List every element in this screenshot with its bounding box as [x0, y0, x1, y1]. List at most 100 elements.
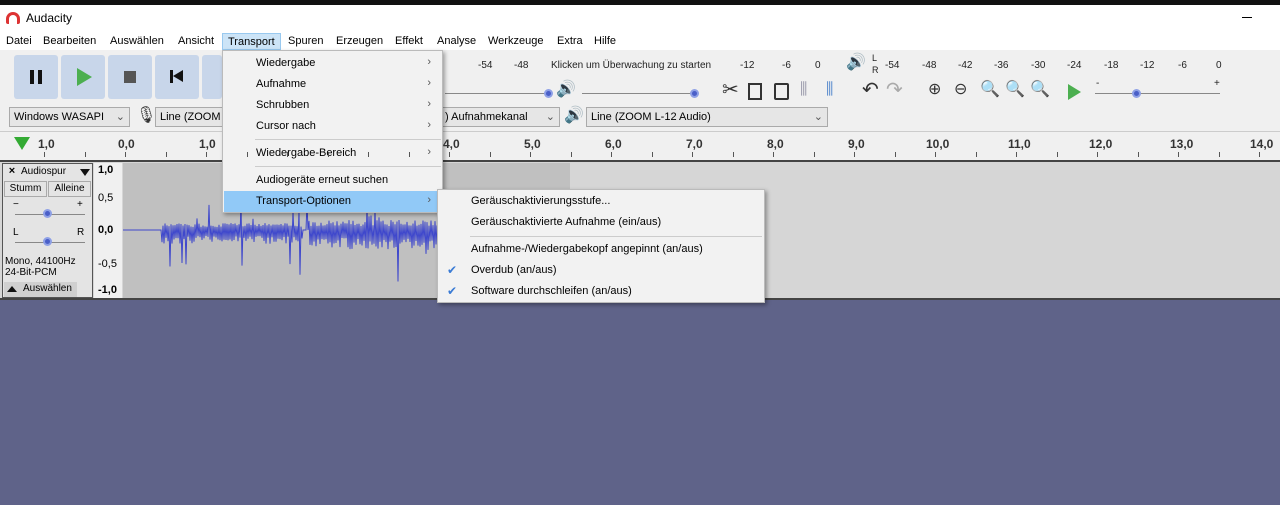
ruler-label: 6,0 — [605, 137, 622, 151]
slider-minus: - — [1096, 78, 1100, 89]
paste-icon[interactable] — [774, 83, 789, 100]
fit-project-icon[interactable]: 🔍 — [1005, 80, 1025, 100]
ruler-tick — [287, 152, 288, 157]
menu-item-cursor-nach[interactable]: Cursor nach › — [224, 116, 441, 137]
menu-separator — [255, 166, 441, 167]
audio-host-value: Windows WASAPI — [14, 111, 105, 123]
skip-to-start-button[interactable] — [155, 55, 199, 99]
menu-hilfe[interactable]: Hilfe — [589, 33, 621, 50]
scale-label: -0,5 — [98, 258, 117, 270]
slider-knob[interactable] — [1132, 89, 1141, 98]
ruler-label: 10,0 — [926, 137, 950, 151]
ruler-tick — [652, 152, 653, 157]
ruler-tick — [692, 152, 693, 157]
track-format: Mono, 44100Hz — [5, 256, 76, 267]
track-name[interactable]: Audiospur — [21, 166, 66, 177]
menu-item-transport-optionen[interactable]: Transport-Optionen › — [224, 191, 441, 212]
slider-knob[interactable] — [690, 89, 699, 98]
pan-l: L — [13, 227, 19, 238]
slider-knob[interactable] — [544, 89, 553, 98]
rec-meter-tick: -54 — [478, 60, 493, 71]
playback-volume-slider[interactable] — [582, 93, 695, 94]
menu-effekt[interactable]: Effekt — [390, 33, 428, 50]
ruler-label: 11,0 — [1008, 137, 1031, 151]
track-menu-icon[interactable] — [80, 169, 90, 176]
menu-item-label: Wiedergabe-Bereich — [256, 147, 357, 159]
mute-button[interactable]: Stumm — [4, 181, 47, 197]
scale-label: -1,0 — [98, 284, 117, 296]
undo-icon[interactable]: ↶ — [862, 80, 879, 100]
redo-icon[interactable]: ↷ — [886, 80, 903, 100]
silence-icon[interactable]: ⫼ — [826, 80, 833, 100]
menu-werkzeuge[interactable]: Werkzeuge — [483, 33, 548, 50]
menu-erzeugen[interactable]: Erzeugen — [331, 33, 388, 50]
pause-button[interactable] — [14, 55, 58, 99]
menu-spuren[interactable]: Spuren — [283, 33, 328, 50]
recording-channels-value: ) Aufnahmekanal — [445, 111, 528, 123]
speaker-icon[interactable]: 🔊 — [846, 53, 866, 73]
chevron-right-icon: › — [427, 98, 431, 110]
ruler-tick — [206, 152, 207, 157]
menu-separator — [470, 236, 762, 237]
play-speed-slider[interactable] — [1095, 93, 1220, 94]
record-meter-prompt[interactable]: Klicken um Überwachung zu starten — [551, 60, 711, 71]
close-track-icon[interactable]: × — [5, 165, 19, 179]
fit-selection-icon[interactable]: 🔍 — [980, 80, 1000, 100]
trim-icon[interactable]: ⫼ — [800, 80, 807, 100]
select-track-button[interactable]: Auswählen — [4, 282, 77, 297]
play-meter-tick: -54 — [885, 60, 900, 71]
chevron-right-icon: › — [427, 77, 431, 89]
menu-auswählen[interactable]: Auswählen — [105, 33, 169, 50]
skip-to-end-button[interactable] — [202, 55, 222, 99]
stop-button[interactable] — [108, 55, 152, 99]
slider-knob[interactable] — [43, 209, 52, 218]
rec-meter-tick: -12 — [740, 60, 755, 71]
submenu-item-label: Geräuschaktivierungsstufe... — [471, 195, 611, 207]
submenu-item-2[interactable]: Geräuschaktivierte Aufnahme (ein/aus) — [439, 212, 763, 233]
track-bitdepth: 24-Bit-PCM — [5, 267, 57, 278]
menu-ansicht[interactable]: Ansicht — [173, 33, 219, 50]
recording-volume-slider[interactable] — [445, 93, 550, 94]
recording-device-select[interactable]: Line (ZOOM — [155, 107, 225, 127]
submenu-item-5[interactable]: Software durchschleifen (an/aus) ✔ — [439, 281, 763, 302]
play-at-speed-icon[interactable] — [1068, 84, 1081, 100]
menu-item-wiedergabe[interactable]: Wiedergabe › — [224, 53, 441, 74]
submenu-item-4[interactable]: Overdub (an/aus) ✔ — [439, 260, 763, 281]
ruler-tick — [611, 152, 612, 157]
cut-icon[interactable]: ✂ — [722, 80, 739, 100]
menu-item-audioger-te-erneut-suchen[interactable]: Audiogeräte erneut suchen — [224, 170, 441, 191]
transport-options-submenu: Geräuschaktivierungsstufe... Geräuschakti… — [437, 189, 765, 303]
solo-button[interactable]: Alleine — [48, 181, 91, 197]
menu-datei[interactable]: Datei — [1, 33, 37, 50]
menu-bearbeiten[interactable]: Bearbeiten — [38, 33, 101, 50]
ruler-tick — [1097, 152, 1098, 157]
ruler-tick — [1178, 152, 1179, 157]
microphone-icon: 🎙 — [136, 107, 157, 124]
timeline-ruler[interactable] — [0, 131, 1280, 159]
play-button[interactable] — [61, 55, 105, 99]
slider-knob[interactable] — [43, 237, 52, 246]
chevron-right-icon: › — [427, 56, 431, 68]
copy-icon[interactable] — [748, 83, 762, 100]
zoom-in-icon[interactable]: ⊕ — [928, 80, 941, 100]
minimize-button[interactable] — [1242, 17, 1252, 18]
checkmark-icon: ✔ — [447, 284, 458, 298]
menu-analyse[interactable]: Analyse — [432, 33, 481, 50]
menu-extra[interactable]: Extra — [552, 33, 588, 50]
menu-transport[interactable]: Transport — [222, 33, 281, 50]
zoom-out-icon[interactable]: ⊖ — [954, 80, 967, 100]
submenu-item-3[interactable]: Aufnahme-/Wiedergabekopf angepinnt (an/a… — [439, 239, 763, 260]
menu-item-schrubben[interactable]: Schrubben › — [224, 95, 441, 116]
timeline-play-icon[interactable] — [14, 137, 30, 150]
zoom-toggle-icon[interactable]: 🔍 — [1030, 80, 1050, 100]
submenu-item-1[interactable]: Geräuschaktivierungsstufe... — [439, 191, 763, 212]
rec-meter-tick: -48 — [514, 60, 529, 71]
collapse-icon[interactable] — [7, 286, 17, 292]
play-meter-tick: -18 — [1104, 60, 1119, 71]
playback-device-select[interactable]: Line (ZOOM L-12 Audio) ⌄ — [586, 107, 828, 127]
ruler-label: 1,0 — [199, 137, 216, 151]
play-meter-tick: -30 — [1031, 60, 1046, 71]
audio-host-select[interactable]: Windows WASAPI ⌄ — [9, 107, 130, 127]
recording-channels-select[interactable]: ) Aufnahmekanal ⌄ — [442, 107, 560, 127]
menu-item-aufnahme[interactable]: Aufnahme › — [224, 74, 441, 95]
